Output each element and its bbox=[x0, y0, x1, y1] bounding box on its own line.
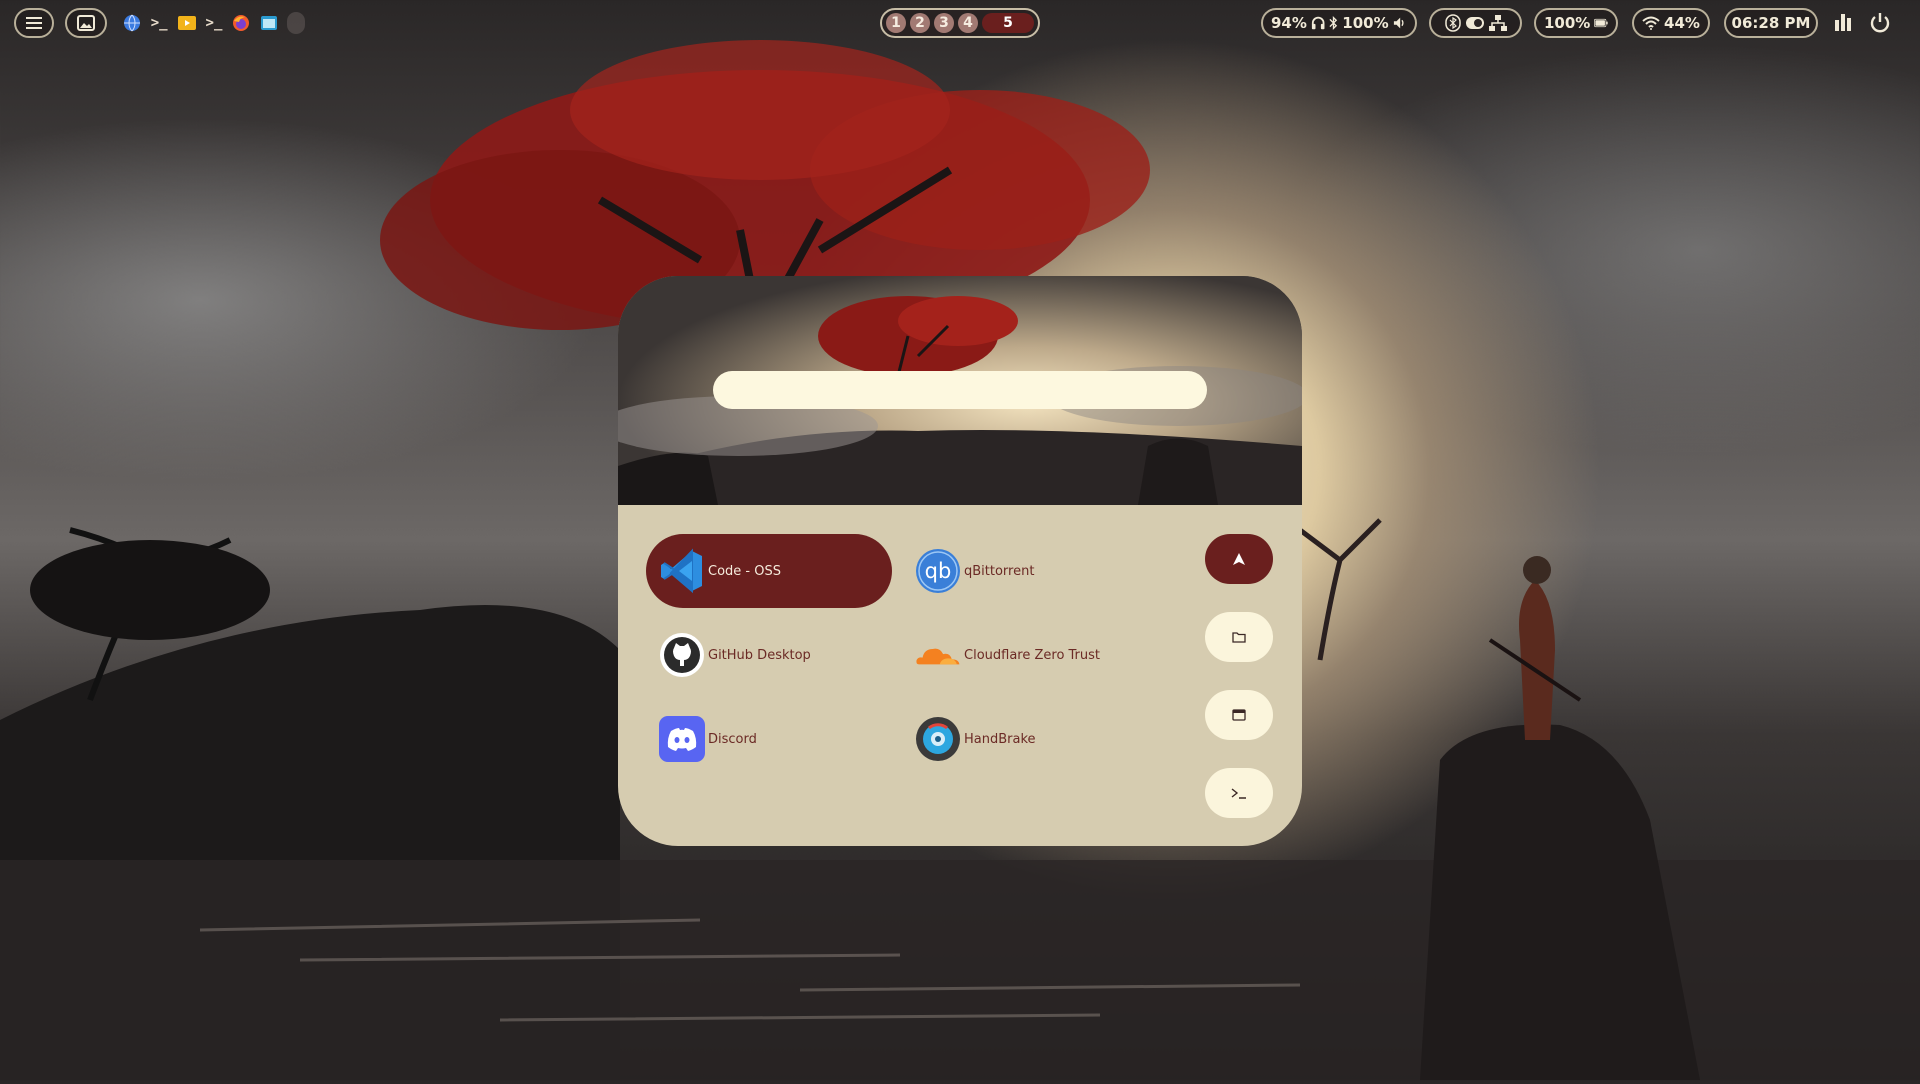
workspace-3-button[interactable]: 3 bbox=[934, 13, 954, 33]
browser-icon[interactable] bbox=[122, 12, 141, 34]
apps-mode-icon bbox=[1233, 553, 1245, 565]
bluetooth-icon bbox=[1329, 15, 1338, 31]
app-entry-code-oss[interactable]: Code - OSS bbox=[646, 534, 892, 608]
battery-percent-text: 100% bbox=[1544, 14, 1591, 32]
wifi-icon bbox=[1642, 16, 1660, 30]
handbrake-icon bbox=[914, 715, 962, 763]
wifi-status[interactable]: 44% bbox=[1632, 8, 1710, 38]
app-label: Code - OSS bbox=[708, 563, 781, 579]
app-launcher: Code - OSS qb qBittorrent GitHub Desktop… bbox=[618, 276, 1302, 846]
app-entry-discord[interactable]: Discord bbox=[646, 702, 892, 776]
battery-status[interactable]: 100% bbox=[1534, 8, 1618, 38]
clock-text: 06:28 PM bbox=[1731, 14, 1811, 32]
hamburger-menu-icon bbox=[26, 17, 42, 29]
system-monitor-icon[interactable] bbox=[1834, 12, 1852, 32]
github-icon bbox=[658, 631, 706, 679]
files-icon[interactable] bbox=[177, 12, 196, 34]
app-label: GitHub Desktop bbox=[708, 647, 811, 663]
cloudflare-icon bbox=[914, 631, 962, 679]
vscode-icon bbox=[658, 547, 706, 595]
wifi-strength-text: 44% bbox=[1664, 14, 1700, 32]
workspace-switcher: 1 2 3 4 5 bbox=[880, 8, 1040, 38]
volume-icon bbox=[1393, 17, 1404, 29]
launcher-search-input[interactable] bbox=[713, 371, 1207, 409]
audio-status[interactable]: 94% 100% bbox=[1261, 8, 1417, 38]
window-mode-icon bbox=[1232, 709, 1246, 721]
qbittorrent-icon: qb bbox=[914, 547, 962, 595]
folder-icon bbox=[1232, 632, 1246, 643]
image-icon bbox=[77, 15, 95, 31]
quick-toggles[interactable] bbox=[1429, 8, 1522, 38]
app-entry-cloudflare-zero-trust[interactable]: Cloudflare Zero Trust bbox=[902, 618, 1148, 692]
window-icon[interactable] bbox=[259, 12, 278, 34]
battery-icon bbox=[1594, 18, 1608, 28]
app-label: qBittorrent bbox=[964, 563, 1035, 579]
svg-text:qb: qb bbox=[925, 559, 952, 583]
app-entry-handbrake[interactable]: HandBrake bbox=[902, 702, 1148, 776]
app-entry-github-desktop[interactable]: GitHub Desktop bbox=[646, 618, 892, 692]
app-label: HandBrake bbox=[964, 731, 1036, 747]
headphones-icon bbox=[1311, 16, 1325, 30]
apps-mode-button[interactable] bbox=[1205, 534, 1273, 584]
headset-battery-text: 94% bbox=[1271, 14, 1307, 32]
taskbar-apps: >_ >_ bbox=[116, 8, 306, 38]
workspace-5-button[interactable]: 5 bbox=[982, 13, 1034, 33]
menu-button[interactable] bbox=[14, 8, 54, 38]
clock[interactable]: 06:28 PM bbox=[1724, 8, 1818, 38]
terminal-prompt-icon bbox=[1231, 788, 1246, 799]
terminal-icon[interactable]: >_ bbox=[149, 12, 168, 34]
taskbar-empty-slot bbox=[287, 12, 306, 34]
workspace-4-button[interactable]: 4 bbox=[958, 13, 978, 33]
discord-icon bbox=[658, 715, 706, 763]
launcher-banner-image bbox=[618, 276, 1302, 505]
app-label: Cloudflare Zero Trust bbox=[964, 647, 1101, 663]
bluetooth-battery-text: 100% bbox=[1342, 14, 1389, 32]
terminal-icon[interactable]: >_ bbox=[204, 12, 223, 34]
app-label: Discord bbox=[708, 731, 757, 747]
network-wired-icon bbox=[1488, 15, 1507, 31]
workspace-1-button[interactable]: 1 bbox=[886, 13, 906, 33]
firefox-icon[interactable] bbox=[232, 12, 251, 34]
top-bar: >_ >_ 1 2 3 4 5 94% 100% 100% 44% 06:28 … bbox=[0, 0, 1920, 46]
files-mode-button[interactable] bbox=[1205, 612, 1273, 662]
run-mode-button[interactable] bbox=[1205, 768, 1273, 818]
workspace-2-button[interactable]: 2 bbox=[910, 13, 930, 33]
windows-mode-button[interactable] bbox=[1205, 690, 1273, 740]
power-icon[interactable] bbox=[1870, 11, 1890, 33]
bluetooth-icon bbox=[1444, 14, 1461, 32]
app-entry-qbittorrent[interactable]: qb qBittorrent bbox=[902, 534, 1148, 608]
wallpaper-button[interactable] bbox=[65, 8, 107, 38]
toggle-icon bbox=[1465, 17, 1484, 29]
